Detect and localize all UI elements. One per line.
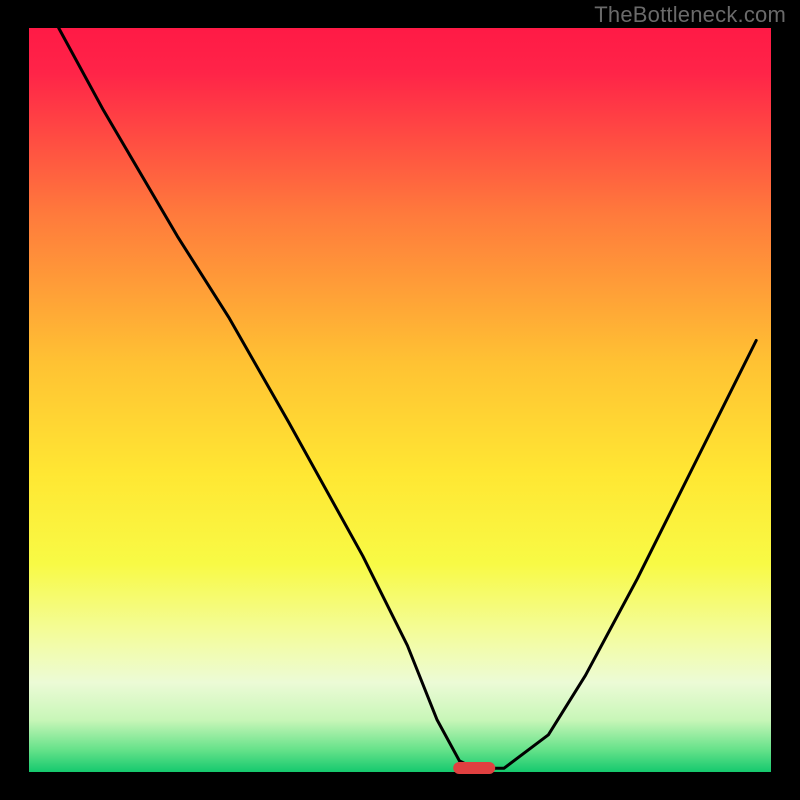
plot-area: [29, 28, 771, 772]
bottleneck-chart: TheBottleneck.com: [0, 0, 800, 800]
optimum-marker: [453, 762, 495, 774]
chart-svg: [0, 0, 800, 800]
